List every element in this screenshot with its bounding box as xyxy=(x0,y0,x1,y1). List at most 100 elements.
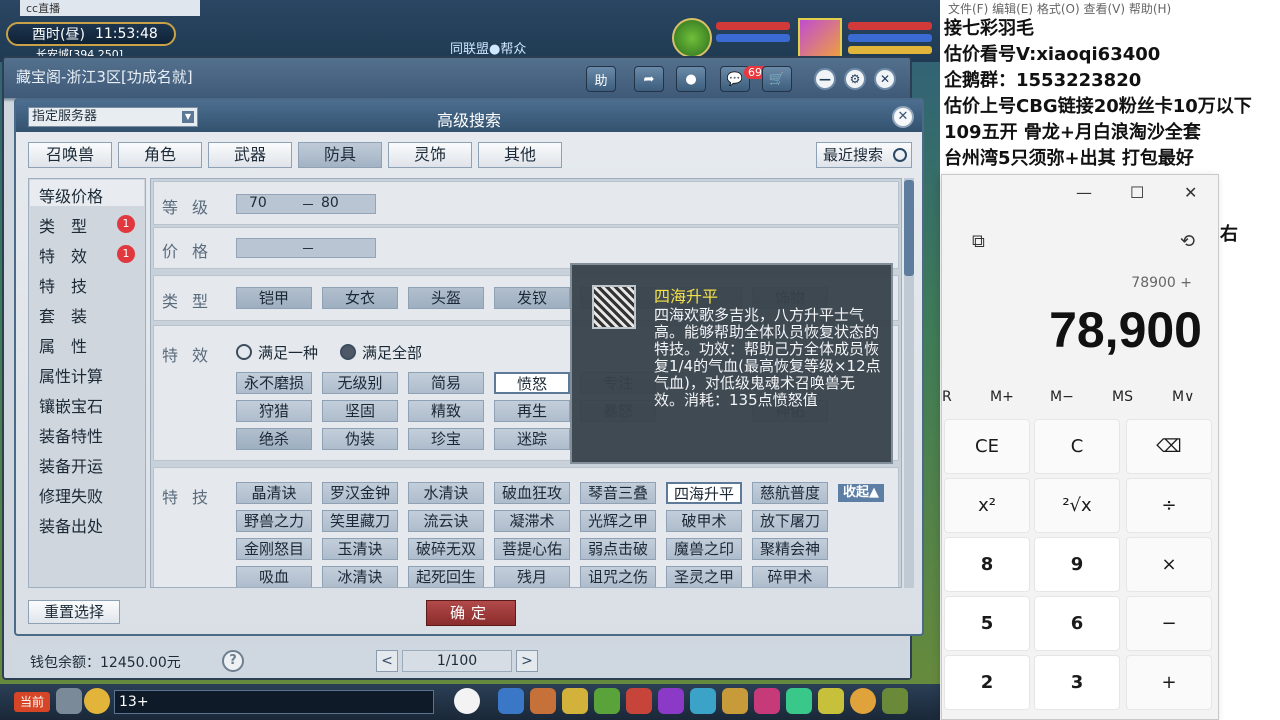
digit-5-button[interactable]: 5 xyxy=(944,596,1030,651)
reset-button[interactable]: 重置选择 xyxy=(28,600,120,624)
chest-icon[interactable] xyxy=(626,688,652,714)
skill-chip[interactable]: 弱点击破 xyxy=(580,538,656,560)
chevron-down-icon[interactable]: ▼ xyxy=(182,111,194,123)
scroll-icon[interactable] xyxy=(722,688,748,714)
type-chip[interactable]: 头盔 xyxy=(408,287,484,309)
effect-chip[interactable]: 简易 xyxy=(408,372,484,394)
skill-chip-hovered[interactable]: 四海升平 xyxy=(666,482,742,504)
effect-chip[interactable]: 狩猎 xyxy=(236,400,312,422)
system-icon[interactable] xyxy=(882,688,908,714)
skill-chip[interactable]: 破碎无双 xyxy=(408,538,484,560)
tab-armor[interactable]: 防具 xyxy=(298,142,382,168)
nav-item-repair-fail[interactable]: 修理失败 xyxy=(39,483,103,507)
nav-item-gems[interactable]: 镶嵌宝石 xyxy=(39,393,103,417)
pet-avatar[interactable] xyxy=(672,18,712,58)
microphone-icon[interactable] xyxy=(56,688,82,714)
emoji-icon[interactable] xyxy=(84,688,110,714)
nav-item-effect[interactable]: 特 效 xyxy=(39,243,87,267)
pet-face-icon[interactable] xyxy=(454,688,480,714)
team-icon[interactable] xyxy=(818,688,844,714)
skill-chip[interactable]: 笑里藏刀 xyxy=(322,510,398,532)
calc-minimize-icon[interactable]: — xyxy=(1076,183,1092,202)
square-button[interactable]: x² xyxy=(944,478,1030,533)
help-button[interactable]: 助 xyxy=(586,66,616,92)
history-icon[interactable]: ⟲ xyxy=(1180,231,1195,252)
confirm-button[interactable]: 确定 xyxy=(426,600,516,626)
nav-item-skill[interactable]: 特 技 xyxy=(39,273,87,297)
scrollbar-thumb[interactable] xyxy=(904,180,914,276)
keep-on-top-icon[interactable]: ⧉ xyxy=(972,231,985,252)
level-max[interactable]: 80 xyxy=(321,195,339,211)
skill-chip[interactable]: 凝滞术 xyxy=(494,510,570,532)
skill-chip[interactable]: 罗汉金钟 xyxy=(322,482,398,504)
share-icon[interactable]: ➦ xyxy=(634,66,664,92)
skill-chip[interactable]: 金刚怒目 xyxy=(236,538,312,560)
skill-chip[interactable]: 放下屠刀 xyxy=(752,510,828,532)
tab-other[interactable]: 其他 xyxy=(478,142,562,168)
skill-chip[interactable]: 菩提心佑 xyxy=(494,538,570,560)
skill-chip[interactable]: 野兽之力 xyxy=(236,510,312,532)
backspace-icon[interactable]: ⌫ xyxy=(1126,419,1212,474)
digit-8-button[interactable]: 8 xyxy=(944,537,1030,592)
divide-button[interactable]: ÷ xyxy=(1126,478,1212,533)
sqrt-button[interactable]: ²√x xyxy=(1034,478,1120,533)
digit-6-button[interactable]: 6 xyxy=(1034,596,1120,651)
leaf-icon[interactable] xyxy=(594,688,620,714)
tab-accessory[interactable]: 灵饰 xyxy=(388,142,472,168)
chat-channel-current[interactable]: 当前 xyxy=(14,692,50,712)
plus-button[interactable]: + xyxy=(1126,655,1212,710)
effect-chip[interactable]: 迷踪 xyxy=(494,428,570,450)
nav-item-set[interactable]: 套 装 xyxy=(39,303,87,327)
mem-subtract-button[interactable]: M− xyxy=(1050,389,1074,405)
digit-9-button[interactable]: 9 xyxy=(1034,537,1120,592)
effect-chip[interactable]: 坚固 xyxy=(322,400,398,422)
mem-store-button[interactable]: MS xyxy=(1112,389,1133,405)
skill-chip[interactable]: 琴音三叠 xyxy=(580,482,656,504)
clear-button[interactable]: C xyxy=(1034,419,1120,474)
smile-icon[interactable] xyxy=(850,688,876,714)
skill-chip[interactable]: 玉清诀 xyxy=(322,538,398,560)
skill-chip[interactable]: 冰清诀 xyxy=(322,566,398,587)
nav-item-attribute[interactable]: 属 性 xyxy=(39,333,87,357)
tab-pet[interactable]: 召唤兽 xyxy=(28,142,112,168)
skill-chip[interactable]: 破血狂攻 xyxy=(494,482,570,504)
skill-chip[interactable]: 起死回生 xyxy=(408,566,484,587)
nav-item-type[interactable]: 类 型 xyxy=(39,213,87,237)
stop-icon[interactable]: ● xyxy=(676,66,706,92)
server-select[interactable]: 指定服务器 ▼ xyxy=(28,107,198,127)
friends-icon[interactable] xyxy=(786,688,812,714)
gift-icon[interactable] xyxy=(562,688,588,714)
mem-list-button[interactable]: M∨ xyxy=(1172,389,1194,405)
skill-chip[interactable]: 诅咒之伤 xyxy=(580,566,656,587)
skill-chip[interactable]: 流云诀 xyxy=(408,510,484,532)
clear-entry-button[interactable]: CE xyxy=(944,419,1030,474)
mem-recall-button[interactable]: R xyxy=(942,389,952,405)
skill-chip[interactable]: 魔兽之印 xyxy=(666,538,742,560)
level-min[interactable]: 70 xyxy=(249,195,267,211)
window-title-tab[interactable]: cc直播 xyxy=(20,0,200,16)
map-icon[interactable] xyxy=(690,688,716,714)
effect-chip[interactable]: 永不磨损 xyxy=(236,372,312,394)
skill-chip[interactable]: 残月 xyxy=(494,566,570,587)
digit-3-button[interactable]: 3 xyxy=(1034,655,1120,710)
minus-button[interactable]: − xyxy=(1126,596,1212,651)
nav-item-equip-trait[interactable]: 装备特性 xyxy=(39,423,103,447)
nav-item-equip-luck[interactable]: 装备开运 xyxy=(39,453,103,477)
calc-close-icon[interactable]: ✕ xyxy=(1184,183,1197,202)
cart-icon[interactable]: 🛒 xyxy=(762,66,792,92)
help-icon[interactable]: ? xyxy=(222,650,244,672)
collapse-button[interactable]: 收起▲ xyxy=(838,484,884,502)
skill-chip[interactable]: 光辉之甲 xyxy=(580,510,656,532)
calc-maximize-icon[interactable]: ☐ xyxy=(1130,183,1144,202)
radio-any[interactable] xyxy=(236,344,252,360)
type-chip[interactable]: 发钗 xyxy=(494,287,570,309)
type-chip[interactable]: 铠甲 xyxy=(236,287,312,309)
bag-icon[interactable] xyxy=(530,688,556,714)
skill-chip[interactable]: 破甲术 xyxy=(666,510,742,532)
effect-chip[interactable]: 无级别 xyxy=(322,372,398,394)
skill-chip[interactable]: 碎甲术 xyxy=(752,566,828,587)
dialog-close-icon[interactable]: ✕ xyxy=(892,106,914,128)
prev-page-button[interactable]: < xyxy=(376,650,398,672)
skill-chip[interactable]: 慈航普度 xyxy=(752,482,828,504)
skill-chip[interactable]: 吸血 xyxy=(236,566,312,587)
